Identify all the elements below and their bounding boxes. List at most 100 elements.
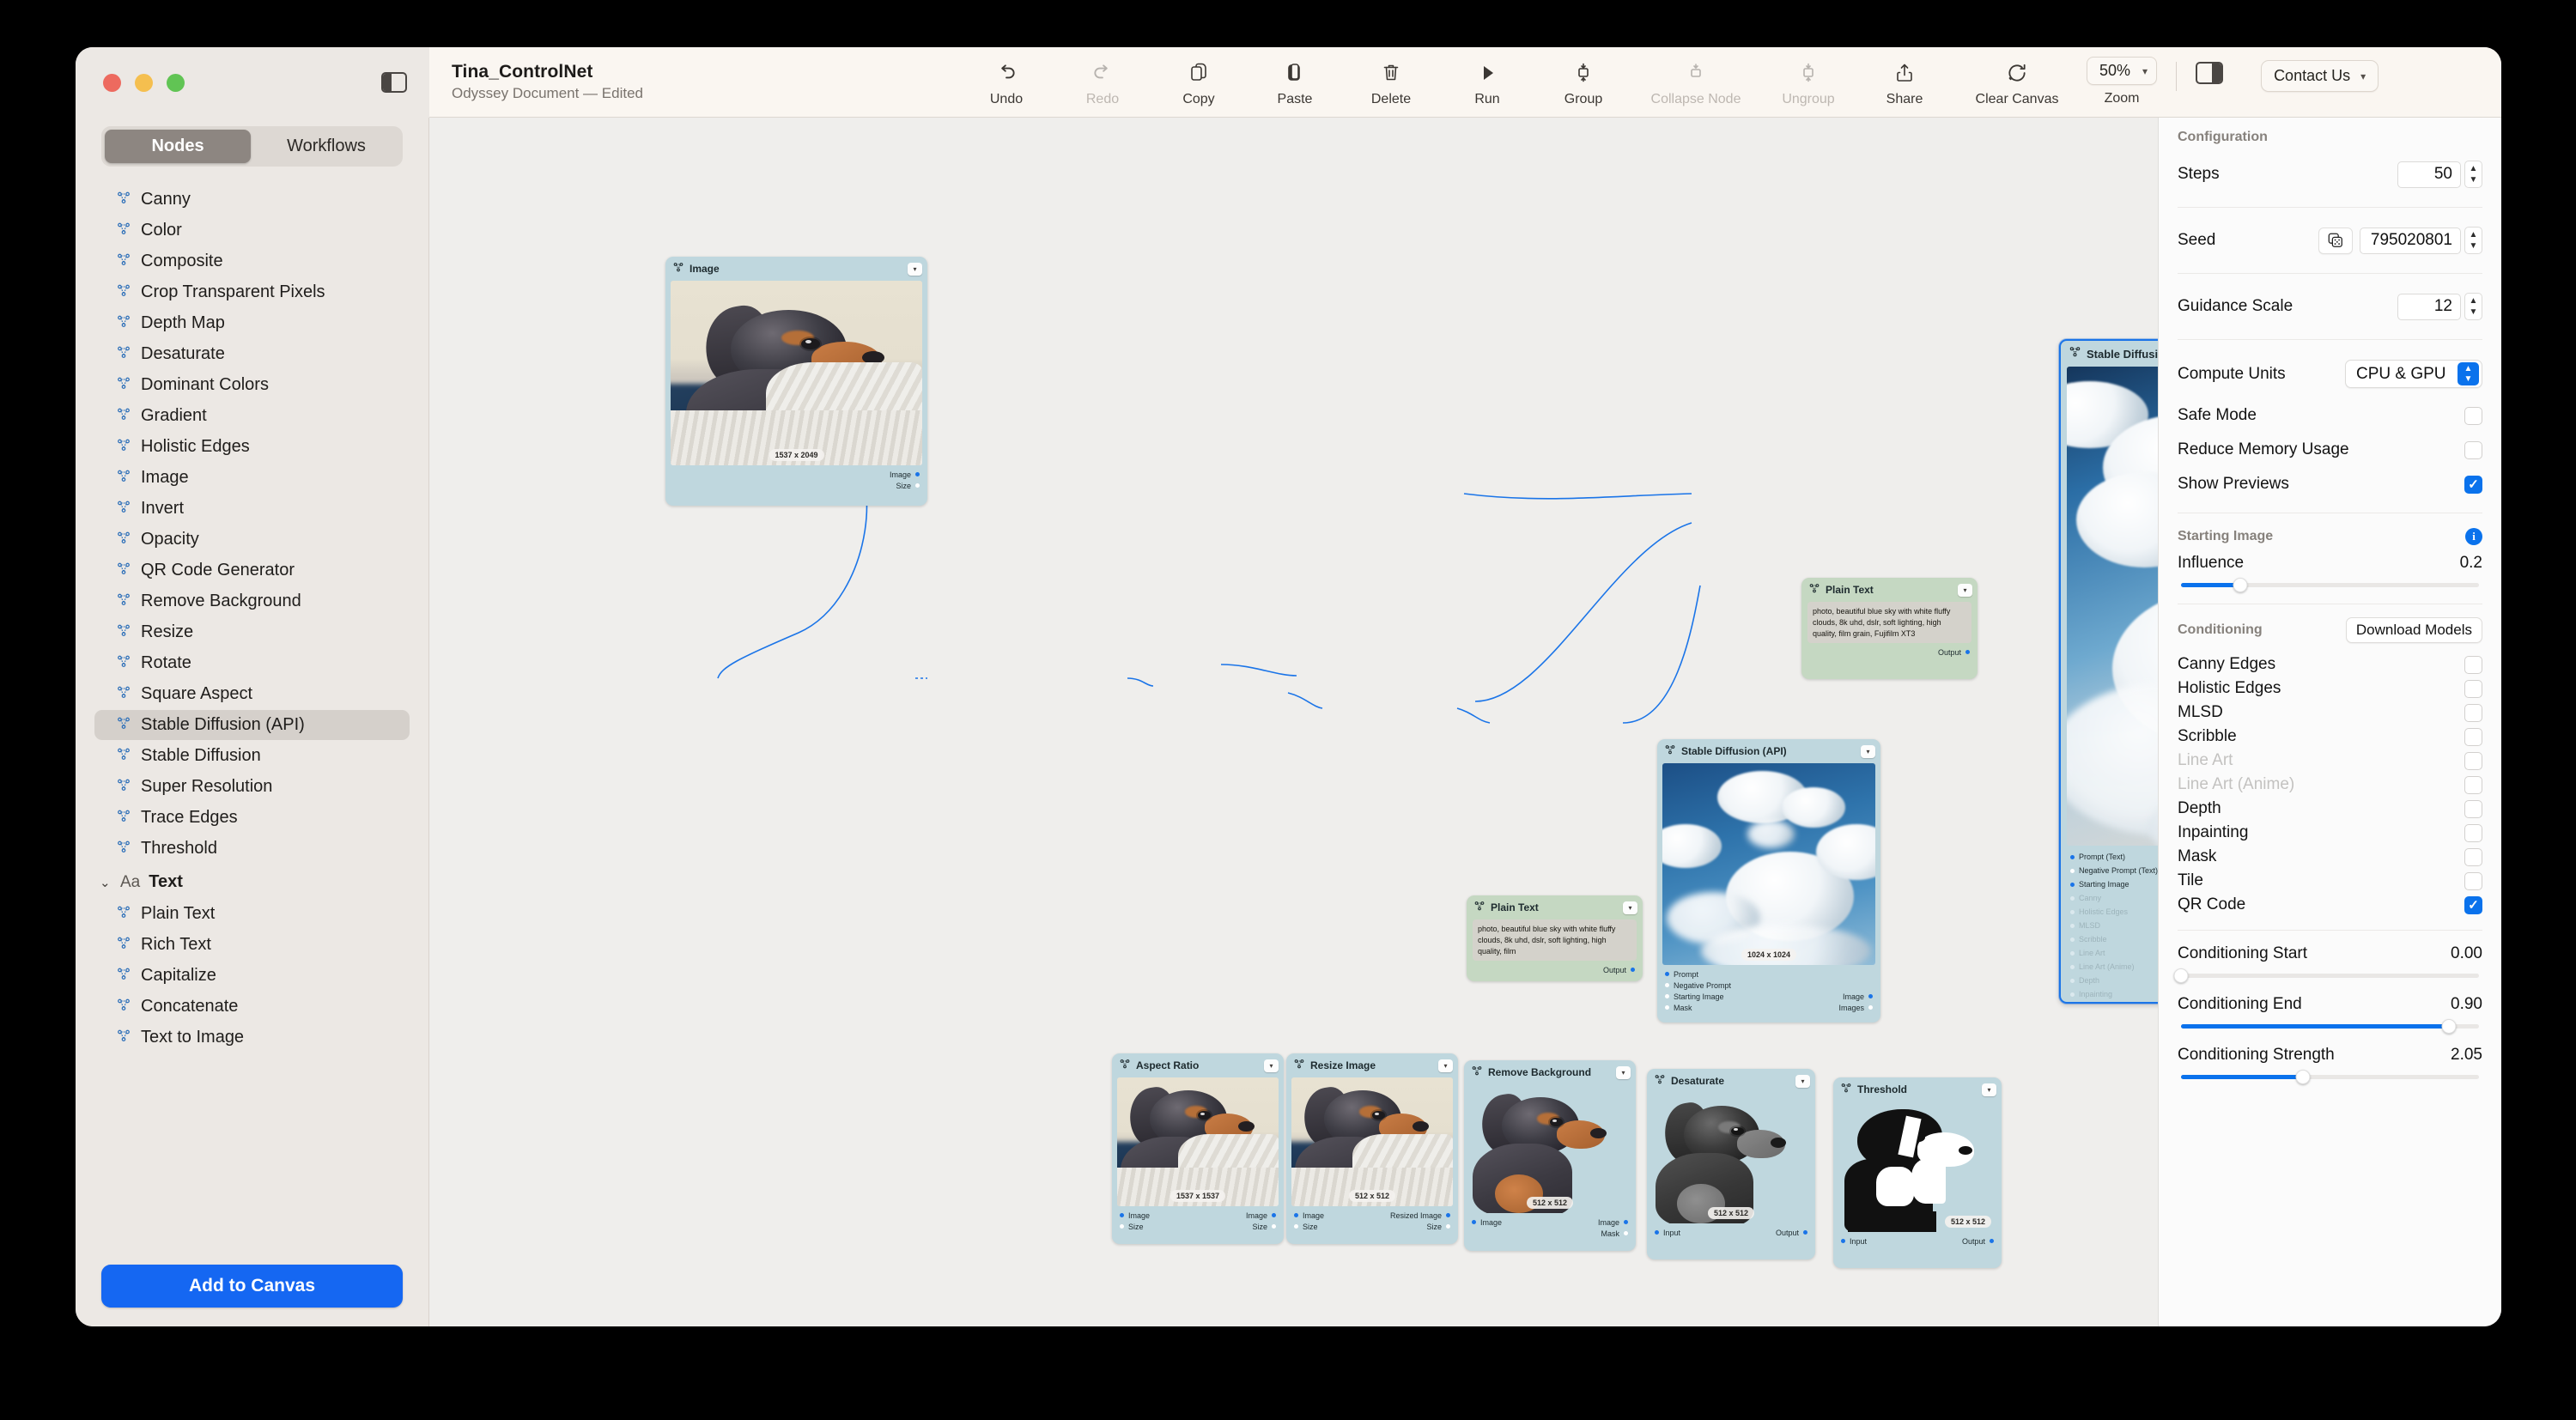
conditioning-checkbox-depth[interactable] bbox=[2464, 800, 2482, 818]
conditioning-checkbox-mask[interactable] bbox=[2464, 848, 2482, 866]
seed-stepper[interactable]: ▲▼ bbox=[2464, 227, 2482, 254]
sidebar-item-resize[interactable]: Resize bbox=[94, 617, 410, 647]
guidance-scale-input[interactable]: 12 bbox=[2397, 294, 2461, 320]
tab-workflows[interactable]: Workflows bbox=[253, 130, 399, 163]
close-window-button[interactable] bbox=[103, 74, 121, 92]
node-remove-background[interactable]: Remove Background ▾ bbox=[1464, 1060, 1636, 1251]
sidebar-item-stable-diffusion-api[interactable]: Stable Diffusion (API) bbox=[94, 710, 410, 740]
compute-units-select[interactable]: CPU & GPU ▲▼ bbox=[2345, 360, 2482, 388]
input-port-prompt-text[interactable]: Prompt (Text) bbox=[2070, 853, 2125, 861]
guidance-scale-stepper[interactable]: ▲▼ bbox=[2464, 293, 2482, 320]
input-port-inpainting[interactable]: Inpainting bbox=[2070, 990, 2112, 998]
output-port-size[interactable]: Size bbox=[896, 482, 920, 490]
sidebar-item-rotate[interactable]: Rotate bbox=[94, 648, 410, 678]
conditioning-strength-slider[interactable] bbox=[2181, 1071, 2479, 1083]
share-button[interactable]: Share bbox=[1856, 57, 1953, 107]
conditioning-checkbox-inpainting[interactable] bbox=[2464, 824, 2482, 842]
seed-input[interactable]: 795020801 bbox=[2360, 228, 2461, 254]
input-port-input[interactable]: Input bbox=[1655, 1229, 1680, 1237]
node-plain-text-2[interactable]: Plain Text ▾ photo, beautiful blue sky w… bbox=[1467, 895, 1643, 981]
sidebar-item-opacity[interactable]: Opacity bbox=[94, 525, 410, 555]
input-port-starting-image[interactable]: Starting Image bbox=[1665, 992, 1724, 1001]
output-port-output[interactable]: Output bbox=[1776, 1229, 1807, 1237]
node-threshold[interactable]: Threshold ▾ bbox=[1833, 1077, 2002, 1268]
conditioning-checkbox-mlsd[interactable] bbox=[2464, 704, 2482, 722]
node-collapse-chevron-icon[interactable]: ▾ bbox=[1438, 1059, 1453, 1072]
prompt-text[interactable]: photo, beautiful blue sky with white flu… bbox=[1807, 602, 1971, 643]
steps-stepper[interactable]: ▲▼ bbox=[2464, 161, 2482, 188]
sidebar-group-text[interactable]: ⌄AaText bbox=[94, 867, 410, 897]
dice-icon[interactable] bbox=[2318, 228, 2353, 254]
undo-button[interactable]: Undo bbox=[958, 57, 1054, 107]
maximize-window-button[interactable] bbox=[167, 74, 185, 92]
sidebar-item-holistic-edges[interactable]: Holistic Edges bbox=[94, 432, 410, 462]
input-port-negative-prompt-text[interactable]: Negative Prompt (Text) bbox=[2070, 866, 2158, 875]
node-library-list[interactable]: CannyColorCompositeCrop Transparent Pixe… bbox=[94, 180, 410, 1258]
output-port[interactable]: Output bbox=[1603, 966, 1635, 974]
conditioning-checkbox-line-art[interactable] bbox=[2464, 752, 2482, 770]
inspector-toggle-icon[interactable] bbox=[2196, 62, 2223, 84]
input-port-size[interactable]: Size bbox=[1294, 1223, 1318, 1231]
conditioning-start-slider[interactable] bbox=[2181, 969, 2479, 981]
input-port-prompt[interactable]: Prompt bbox=[1665, 970, 1698, 979]
output-port-image[interactable]: Image bbox=[1843, 992, 1873, 1001]
output-port-size[interactable]: Size bbox=[1426, 1223, 1450, 1231]
collapse-node-button[interactable]: Collapse Node bbox=[1631, 57, 1760, 107]
sidebar-item-text-to-image[interactable]: Text to Image bbox=[94, 1023, 410, 1053]
node-collapse-chevron-icon[interactable]: ▾ bbox=[1616, 1066, 1631, 1079]
run-button[interactable]: Run bbox=[1439, 57, 1535, 107]
input-port-starting-image[interactable]: Starting Image bbox=[2070, 880, 2129, 889]
output-port-images[interactable]: Images bbox=[1838, 1004, 1873, 1012]
prompt-text[interactable]: photo, beautiful blue sky with white flu… bbox=[1473, 919, 1637, 961]
input-port-holistic-edges[interactable]: Holistic Edges bbox=[2070, 907, 2128, 916]
influence-slider[interactable] bbox=[2181, 579, 2479, 591]
node-collapse-chevron-icon[interactable]: ▾ bbox=[1795, 1075, 1810, 1088]
input-port-mlsd[interactable]: MLSD bbox=[2070, 921, 2100, 930]
input-port-mask[interactable]: Mask bbox=[1665, 1004, 1692, 1012]
conditioning-checkbox-holistic-edges[interactable] bbox=[2464, 680, 2482, 698]
steps-input[interactable]: 50 bbox=[2397, 161, 2461, 188]
node-desaturate[interactable]: Desaturate ▾ bbox=[1647, 1069, 1815, 1259]
group-button[interactable]: Group bbox=[1535, 57, 1631, 107]
input-port-image[interactable]: Image bbox=[1472, 1218, 1502, 1227]
conditioning-checkbox-tile[interactable] bbox=[2464, 872, 2482, 890]
conditioning-checkbox-qr-code[interactable] bbox=[2464, 896, 2482, 914]
tab-nodes[interactable]: Nodes bbox=[105, 130, 251, 163]
sidebar-item-concatenate[interactable]: Concatenate bbox=[94, 992, 410, 1022]
output-port-image[interactable]: Image bbox=[890, 470, 920, 479]
node-collapse-chevron-icon[interactable]: ▾ bbox=[908, 263, 922, 276]
node-collapse-chevron-icon[interactable]: ▾ bbox=[1861, 745, 1875, 758]
conditioning-checkbox-line-art-anime[interactable] bbox=[2464, 776, 2482, 794]
sidebar-toggle-icon[interactable] bbox=[381, 72, 407, 93]
sidebar-item-plain-text[interactable]: Plain Text bbox=[94, 899, 410, 929]
sidebar-item-threshold[interactable]: Threshold bbox=[94, 834, 410, 864]
sidebar-item-rich-text[interactable]: Rich Text bbox=[94, 930, 410, 960]
reduce-memory-checkbox[interactable] bbox=[2464, 441, 2482, 459]
safe-mode-checkbox[interactable] bbox=[2464, 407, 2482, 425]
paste-button[interactable]: Paste bbox=[1247, 57, 1343, 107]
sidebar-item-image[interactable]: Image bbox=[94, 463, 410, 493]
info-icon[interactable]: i bbox=[2465, 528, 2482, 545]
output-port-output[interactable]: Output bbox=[1962, 1237, 1994, 1246]
output-port-mask[interactable]: Mask bbox=[1601, 1229, 1628, 1238]
sidebar-item-super-resolution[interactable]: Super Resolution bbox=[94, 772, 410, 802]
node-plain-text-1[interactable]: Plain Text ▾ photo, beautiful blue sky w… bbox=[1801, 578, 1978, 679]
redo-button[interactable]: Redo bbox=[1054, 57, 1151, 107]
sidebar-item-stable-diffusion[interactable]: Stable Diffusion bbox=[94, 741, 410, 771]
output-port-resized-image[interactable]: Resized Image bbox=[1390, 1211, 1450, 1220]
input-port-scribble[interactable]: Scribble bbox=[2070, 935, 2107, 944]
sidebar-item-crop-transparent-pixels[interactable]: Crop Transparent Pixels bbox=[94, 277, 410, 307]
node-resize-image[interactable]: Resize Image ▾ bbox=[1286, 1053, 1458, 1244]
output-port-size[interactable]: Size bbox=[1252, 1223, 1276, 1231]
sidebar-item-composite[interactable]: Composite bbox=[94, 246, 410, 276]
conditioning-end-slider[interactable] bbox=[2181, 1020, 2479, 1032]
contact-us-button[interactable]: Contact Us ▾ bbox=[2261, 60, 2379, 92]
node-image[interactable]: Image ▾ bbox=[665, 257, 927, 506]
sidebar-item-depth-map[interactable]: Depth Map bbox=[94, 308, 410, 338]
zoom-select[interactable]: 50% ▾ bbox=[2087, 57, 2157, 85]
input-port-image[interactable]: Image bbox=[1294, 1211, 1324, 1220]
output-port-image[interactable]: Image bbox=[1598, 1218, 1628, 1227]
node-stable-diffusion-api[interactable]: Stable Diffusion (API) ▾ bbox=[1657, 739, 1880, 1023]
copy-button[interactable]: Copy bbox=[1151, 57, 1247, 107]
input-port-line-art-anime[interactable]: Line Art (Anime) bbox=[2070, 962, 2135, 971]
